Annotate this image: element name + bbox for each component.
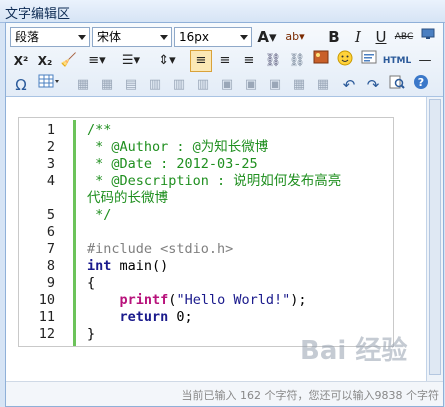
redo-icon[interactable]: ↷ (362, 74, 384, 96)
paragraph-select-value: 段落 (15, 30, 40, 44)
monitor-icon (421, 28, 435, 39)
picture-icon (313, 50, 329, 64)
highlight-color-button[interactable]: ab▾ (284, 26, 306, 48)
code-text: } (87, 326, 96, 342)
link-icon[interactable]: ⛓ (262, 50, 284, 72)
code-text: printf("Hello World!"); (119, 292, 307, 308)
code-text: * @Description : 说明如何发布高亮 (87, 173, 342, 189)
horizontal-rule-button[interactable]: — (414, 50, 436, 72)
delete-row-icon[interactable]: ▤ (120, 74, 142, 96)
font-family-select-value: 宋体 (97, 30, 122, 44)
chevron-down-icon (160, 35, 168, 40)
line-height-button[interactable]: ⇕▾ (152, 50, 182, 72)
delete-column-icon[interactable]: ▥ (192, 74, 214, 96)
unlink-icon[interactable]: ⛓ (286, 50, 308, 72)
insert-column-left-icon[interactable]: ▥ (144, 74, 166, 96)
align-right-button[interactable]: ≡ (238, 50, 260, 72)
question-icon: ? (414, 75, 428, 89)
emoticon-icon[interactable] (334, 50, 356, 72)
line-number: 6 (46, 224, 55, 240)
paragraph-select[interactable]: 段落 (10, 27, 90, 47)
line-number: 8 (46, 258, 55, 274)
svg-text:?: ? (418, 76, 424, 89)
font-family-select[interactable]: 宋体 (92, 27, 172, 47)
merge-down-icon[interactable]: ▣ (264, 74, 286, 96)
insert-row-above-icon[interactable]: ▦ (72, 74, 94, 96)
scrollbar-thumb[interactable] (429, 99, 441, 375)
code-text: /** (87, 122, 112, 138)
magnifier-icon (389, 75, 405, 89)
line-number: 2 (46, 139, 55, 155)
chevron-down-icon (78, 35, 86, 40)
unordered-list-button[interactable]: ☰▾ (116, 50, 146, 72)
superscript-button[interactable]: X² (10, 50, 32, 72)
help-icon[interactable]: ? (410, 74, 432, 96)
format-painter-icon[interactable]: 🧹 (58, 50, 80, 72)
merge-right-icon[interactable]: ▣ (240, 74, 262, 96)
split-cells-icon[interactable]: ▦ (288, 74, 310, 96)
line-number: 5 (46, 207, 55, 223)
code-text: { (87, 275, 96, 291)
line-number: 4 (46, 173, 55, 189)
insert-column-right-icon[interactable]: ▥ (168, 74, 190, 96)
code-block-icon (361, 50, 377, 64)
status-bar: 当前已输入 162 个字符，您还可以输入9838 个字符 (6, 381, 443, 406)
align-left-button[interactable]: ≡ (190, 50, 212, 72)
align-center-button[interactable]: ≡ (214, 50, 236, 72)
subscript-button[interactable]: X₂ (34, 50, 56, 72)
line-number: 12 (38, 326, 55, 342)
code-block[interactable]: 1 /** 2 * @Author : @为知长微博 3 * @Date : 2012… (18, 117, 394, 347)
delete-table-icon[interactable]: ▦ (312, 74, 334, 96)
code-text: 代码的长微博 (87, 190, 168, 206)
line-number: 9 (46, 275, 55, 291)
code-text: #include <stdio.h> (87, 241, 234, 257)
italic-button[interactable]: I (347, 26, 369, 48)
line-number: 7 (46, 241, 55, 257)
smiley-icon (337, 50, 353, 66)
table-icon (38, 74, 59, 88)
code-text: * @Author : @为知长微博 (87, 139, 269, 155)
vertical-scrollbar[interactable] (426, 97, 443, 381)
panel-title: 文字编辑区 (5, 7, 71, 22)
line-number: 10 (38, 292, 55, 308)
code-gutter-bar (73, 120, 76, 346)
line-number: 1 (46, 122, 55, 138)
character-count: 当前已输入 162 个字符，您还可以输入9838 个字符 (181, 389, 439, 402)
underline-button[interactable]: U (370, 26, 392, 48)
bold-button[interactable]: B (323, 26, 345, 48)
font-size-select-value: 16px (179, 30, 209, 44)
font-size-select[interactable]: 16px (174, 27, 252, 47)
code-text: */ (87, 207, 112, 223)
chevron-down-icon (240, 35, 248, 40)
search-icon[interactable] (386, 74, 408, 96)
panel-header: 文字编辑区 (0, 0, 445, 23)
strikethrough-button[interactable]: ABC (393, 26, 415, 48)
font-color-button[interactable]: A▾ (256, 26, 278, 48)
code-text: int main() (87, 258, 169, 274)
fullscreen-icon[interactable] (417, 26, 439, 48)
ordered-list-button[interactable]: ≡▾ (82, 50, 112, 72)
html-source-button[interactable]: HTML (382, 50, 412, 72)
insert-row-below-icon[interactable]: ▦ (96, 74, 118, 96)
editor-toolbar: 段落 宋体 16px A▾ ab▾ B I U ABC X² X₂ 🧹 ≡▾ ☰… (6, 23, 443, 97)
code-text: * @Date : 2012-03-25 (87, 156, 258, 172)
watermark: Bai 经验 (300, 336, 408, 366)
line-number: 3 (46, 156, 55, 172)
line-number: 11 (38, 309, 55, 325)
merge-cells-icon[interactable]: ▣ (216, 74, 238, 96)
code-text: return 0; (119, 309, 193, 325)
undo-icon[interactable]: ↶ (338, 74, 360, 96)
special-char-button[interactable]: Ω (10, 74, 32, 96)
code-icon[interactable] (358, 50, 380, 72)
table-button[interactable] (34, 74, 64, 96)
image-icon[interactable] (310, 50, 332, 72)
